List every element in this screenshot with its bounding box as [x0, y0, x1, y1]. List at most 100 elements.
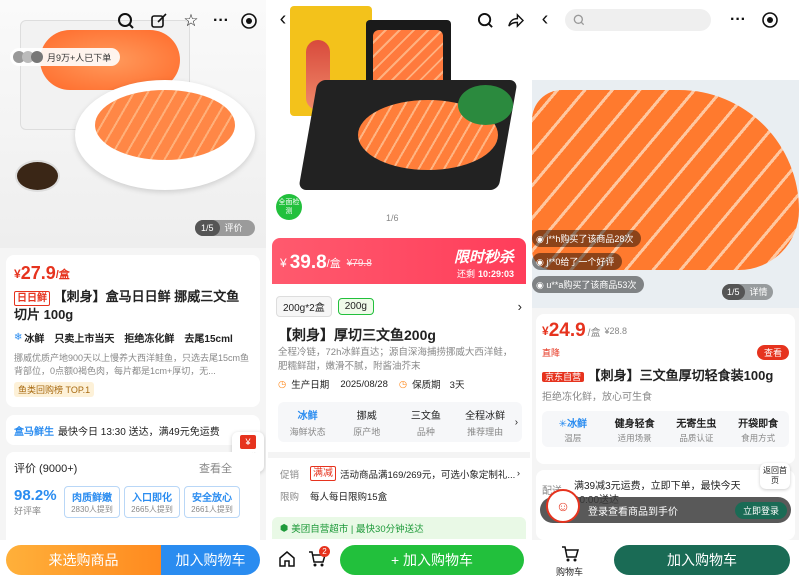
review-card: 评价 (9000+) 查看全 98.2% 好评率 肉质鲜嫩 2830人提到 入口…	[6, 452, 260, 552]
product-info-card: ¥ 27.9 /盒 日日鲜 【刺身】盒马日日鲜 挪威三文鱼切片 100g ❄ 冰…	[6, 255, 260, 407]
divider	[268, 452, 530, 458]
product-desc: 全程冷链，72h冰鲜直达；源自深海捕捞挪威大西洋鲑，肥糯鲜甜，嫩滑不腻，附酱油芥…	[278, 347, 513, 372]
product-image[interactable]: 全面检测 1/6	[268, 0, 530, 240]
search-icon[interactable]	[115, 10, 137, 32]
spec-option[interactable]: 200g*2盒	[276, 296, 332, 317]
attribute: 开袋即食 食用方式	[738, 418, 779, 443]
product-image[interactable]: ◉ j**h购买了该商品28次 ◉ j**0给了一个好评 ◉ u**a购买了该商…	[532, 40, 799, 308]
back-home-button[interactable]: 返回首页	[760, 463, 790, 489]
cart-icon	[561, 546, 579, 562]
barrage-item: ◉ u**a购买了该商品53次	[532, 276, 645, 293]
more-icon[interactable]: ···	[210, 10, 232, 32]
attribute: 三文鱼 品种	[410, 410, 441, 437]
direct-drop-tag: 直降	[542, 348, 561, 358]
hema-product-panel: 月9万+人已下单 1/5 评价 ☆ ··· ¥ 27.9 /盒 日日鲜 【刺身】…	[0, 0, 266, 584]
add-to-cart-button[interactable]: + 加入购物车	[340, 545, 524, 575]
date-row: ◷ 生产日期 2025/08/28 ◷ 保质期 3天	[278, 378, 465, 392]
barrage-item: ◉ j**h购买了该商品28次	[532, 230, 642, 247]
cart-entry[interactable]: 购物车	[556, 545, 583, 578]
attribute: ✳冰鲜 温层	[558, 418, 588, 443]
product-desc: 挪威优质产地900天以上慢养大西洋鲑鱼，只选去尾15cm鱼背部位，0点额0褐色肉…	[14, 353, 250, 376]
meituan-product-panel: 全面检测 1/6 ‹ ¥ 39.8 /盒 ¥79.8 限时秒杀 还剩 10:29…	[268, 0, 530, 584]
attribute-grid[interactable]: ✳冰鲜 温层 健身轻食 适用场景 无寄生虫 品质认证 开袋即食 食用方式	[542, 411, 789, 447]
coupon-icon: ¥	[240, 435, 256, 449]
snowflake-icon: ❄	[14, 332, 23, 343]
close-target-icon[interactable]	[759, 9, 781, 31]
store-icon: ⬢	[280, 522, 289, 534]
barrage-item: ◉ j**0给了一个好评	[532, 253, 623, 270]
spec-selector: 200g*2盒 200g ›	[276, 296, 522, 317]
mascot-icon: ☺	[546, 489, 580, 523]
limit-row: 限购 每人每日限购15盒	[280, 492, 388, 503]
feature-list: ❄ 冰鲜 只卖上市当天 拒绝冻化鲜 去尾15cml	[14, 332, 233, 345]
chevron-right-icon[interactable]: ›	[518, 299, 522, 314]
jd-self-tag: 京东自营	[542, 372, 585, 382]
view-button[interactable]: 查看	[756, 345, 789, 360]
inspection-badge: 全面检测	[276, 194, 302, 220]
star-icon[interactable]: ☆	[180, 10, 202, 32]
rank-badge[interactable]: 鱼类回购榜 TOP.1	[14, 382, 95, 397]
detail-tab[interactable]: 详情	[745, 284, 773, 300]
browse-products-button[interactable]: 来选购商品	[6, 545, 161, 575]
attribute: 全程冰鲜 推荐理由	[465, 410, 506, 437]
review-tag[interactable]: 肉质鲜嫩 2830人提到	[64, 486, 120, 518]
search-icon[interactable]	[474, 9, 496, 31]
attribute: 健身轻食 适用场景	[614, 418, 655, 443]
share-icon[interactable]	[504, 9, 526, 31]
review-tag[interactable]: 入口即化 2665人提到	[124, 486, 180, 518]
price-unit: /盒	[55, 268, 70, 281]
search-input[interactable]	[565, 9, 711, 31]
delivery-row[interactable]: 盒马鲜生 最快今日 13:30 送达，满49元免运费	[6, 415, 260, 445]
promo-tag: 满减	[310, 466, 336, 481]
image-pager: 1/5 详情	[722, 284, 773, 300]
product-desc: 拒绝冻化鲜，放心可生食	[542, 392, 652, 403]
product-title: 【刺身】厚切三文鱼200g	[278, 327, 436, 343]
login-button[interactable]: 立即登录	[734, 501, 787, 519]
price-value: 39.8	[289, 252, 327, 273]
original-price: ¥28.8	[604, 326, 627, 336]
spec-option-selected[interactable]: 200g	[337, 298, 374, 315]
back-icon[interactable]: ‹	[534, 8, 556, 30]
clock-icon: ◷	[278, 378, 287, 390]
store-banner[interactable]: ⬢ 美团自营超市 | 最快30分钟送达	[272, 517, 526, 539]
purchase-barrage: ◉ j**h购买了该商品28次 ◉ j**0给了一个好评 ◉ u**a购买了该商…	[532, 230, 645, 293]
countdown: 10:29:03	[477, 268, 514, 279]
review-title: 评价 (9000+)	[14, 463, 78, 475]
attribute: 冰鲜 海鲜状态	[289, 410, 326, 437]
image-pager: 1/5 评价	[195, 220, 255, 236]
attribute: 挪威 原产地	[353, 410, 381, 437]
promo-row[interactable]: 促销 满减 活动商品满169/269元，可选小象定制礼... ›	[280, 466, 520, 481]
review-tab[interactable]: 评价	[220, 220, 248, 236]
cart-count-badge: 2	[319, 546, 330, 557]
flash-sale-banner: ¥ 39.8 /盒 ¥79.8 限时秒杀 还剩 10:29:03	[272, 238, 526, 284]
attribute: 无寄生虫 品质认证	[676, 418, 717, 443]
product-title: 日日鲜 【刺身】盒马日日鲜 挪威三文鱼切片 100g	[14, 289, 240, 322]
price-value: 27.9	[20, 263, 56, 283]
image-pager: 1/6	[386, 213, 399, 223]
jd-product-panel: ‹ ··· ◉ j**h购买了该商品28次 ◉ j**0给了一个好评 ◉ u**…	[532, 0, 799, 584]
review-more-link[interactable]: 查看全	[199, 460, 232, 476]
attribute-grid[interactable]: 冰鲜 海鲜状态 挪威 原产地 三文鱼 品种 全程冰鲜 推荐理由 ›	[278, 402, 522, 442]
home-icon[interactable]	[278, 550, 296, 573]
back-icon[interactable]: ‹	[272, 8, 294, 30]
search-icon	[573, 14, 585, 26]
login-banner[interactable]: ☺ 登录查看商品到手价 立即登录	[540, 489, 791, 523]
close-target-icon[interactable]	[238, 10, 260, 32]
add-to-cart-button[interactable]: 加入购物车	[614, 545, 790, 575]
chevron-right-icon: ›	[516, 468, 520, 479]
review-tag[interactable]: 安全放心 2661人提到	[184, 486, 240, 518]
flash-sale-title: 限时秒杀	[453, 249, 514, 266]
shield-icon: ◷	[398, 378, 408, 390]
good-rate: 98.2% 好评率	[14, 487, 57, 516]
cart-icon[interactable]: 2	[308, 546, 330, 573]
add-to-cart-button[interactable]: 加入购物车	[161, 545, 260, 575]
original-price: ¥79.8	[346, 257, 372, 269]
edit-icon[interactable]	[148, 10, 170, 32]
price-value: 24.9	[548, 320, 586, 341]
brand-tag: 日日鲜	[14, 291, 50, 306]
user-avatars: 月9万+人已下单	[10, 48, 120, 66]
more-icon[interactable]: ···	[727, 9, 749, 31]
product-title: 京东自营 【刺身】三文鱼厚切轻食装100g	[542, 365, 789, 384]
price-symbol: ¥	[14, 266, 21, 281]
product-image[interactable]: 月9万+人已下单 1/5 评价	[0, 0, 266, 248]
